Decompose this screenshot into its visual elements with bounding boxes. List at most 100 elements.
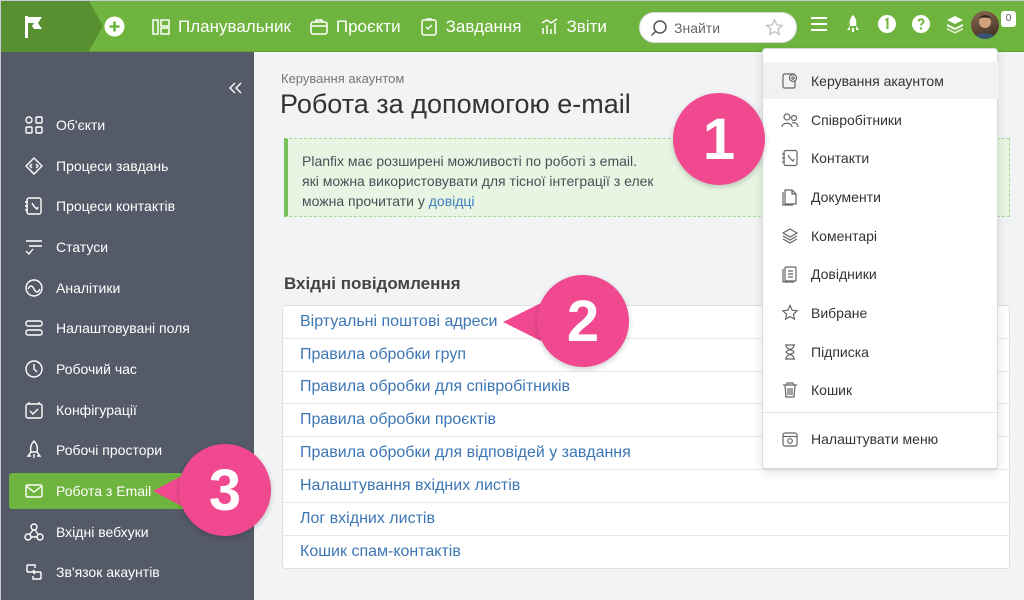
main-nav: Планувальник Проєкти Завдання Звіти <box>151 1 607 52</box>
menu-item-label: Контакти <box>811 149 870 166</box>
employees-icon <box>781 112 799 127</box>
statuses-icon <box>25 240 42 256</box>
menu-item-employees[interactable]: Співробітники <box>763 101 999 138</box>
analytics-icon <box>25 279 43 297</box>
subscription-icon <box>785 343 795 360</box>
webhooks-icon <box>24 523 44 541</box>
section-title: Вхідні повідомлення <box>284 274 461 293</box>
nav-tasks-label: Завдання <box>445 16 522 36</box>
documents-icon <box>782 188 797 206</box>
search-box[interactable] <box>639 12 797 43</box>
sidebar-item-task-processes[interactable]: Процеси завдань <box>9 148 249 184</box>
menu-item-label: Керування акаунтом <box>811 72 944 89</box>
menu-item-contacts[interactable]: Контакти <box>763 139 999 176</box>
notifications-icon[interactable] <box>877 14 897 34</box>
avatar-badge: 0 <box>1001 11 1016 27</box>
menu-item-favorites[interactable]: Вибране <box>763 294 999 331</box>
search-icon <box>650 19 667 36</box>
sidebar-item-configurations[interactable]: Конфігурації <box>9 392 249 428</box>
sidebar-item-custom-fields[interactable]: Налаштовувані поля <box>9 310 249 346</box>
nav-projects[interactable]: Проєкти <box>309 17 401 37</box>
sidebar-item-analytics[interactable]: Аналітики <box>9 270 249 306</box>
menu-item-customize-menu[interactable]: Налаштувати меню <box>763 420 999 457</box>
menu-item-label: Підписка <box>811 343 869 360</box>
favorites-icon <box>781 303 799 320</box>
configurations-icon <box>25 402 43 419</box>
sidebar-item-objects[interactable]: Об'єкти <box>9 107 249 143</box>
menu-item-account-settings[interactable]: Керування акаунтом <box>763 62 999 99</box>
objects-icon <box>25 116 43 134</box>
link-incoming-log[interactable]: Лог вхідних листів <box>283 503 1009 536</box>
avatar-photo <box>974 15 996 39</box>
menu-item-directories[interactable]: Довідники <box>763 255 999 292</box>
logo-arrow <box>89 1 103 51</box>
sidebar-item-label: Об'єкти <box>56 117 106 133</box>
nav-planner[interactable]: Планувальник <box>151 17 291 37</box>
customize-menu-icon <box>782 431 798 447</box>
hamburger-menu-icon[interactable] <box>809 14 829 34</box>
menu-item-trash[interactable]: Кошик <box>763 371 999 408</box>
menu-item-subscription[interactable]: Підписка <box>763 333 999 370</box>
menu-item-comments[interactable]: Коментарі <box>763 217 999 254</box>
search-input[interactable] <box>674 19 769 36</box>
add-icon[interactable] <box>104 16 125 37</box>
help-icon[interactable] <box>911 14 931 34</box>
menu-item-label: Співробітники <box>811 111 902 128</box>
layers-icon[interactable] <box>945 14 965 34</box>
avatar[interactable] <box>971 11 999 39</box>
sidebar-item-label: Робочий час <box>56 361 137 377</box>
menu-divider <box>763 412 999 413</box>
top-bar: Планувальник Проєкти Завдання Звіти 0 <box>1 1 1024 52</box>
sidebar-item-label: Вхідні вебхуки <box>56 524 149 540</box>
info-line-3-text: можна прочитати у <box>302 193 429 209</box>
task-process-icon <box>25 157 43 175</box>
reports-icon <box>541 17 557 34</box>
account-settings-icon <box>782 72 798 89</box>
menu-item-label: Вибране <box>811 304 868 321</box>
sidebar-item-link-accounts[interactable]: Зв'язок акаунтів <box>9 554 249 590</box>
rocket-icon[interactable] <box>843 14 863 34</box>
top-icons <box>809 14 965 34</box>
projects-icon <box>310 18 328 35</box>
nav-projects-label: Проєкти <box>335 16 401 36</box>
logo[interactable] <box>1 1 89 52</box>
email-icon <box>25 484 43 498</box>
menu-item-label: Документи <box>811 188 881 205</box>
sidebar-item-label: Налаштовувані поля <box>56 320 190 336</box>
callout-2: 2 <box>537 275 629 367</box>
link-accounts-icon <box>26 564 42 580</box>
breadcrumb[interactable]: Керування акаунтом <box>281 71 404 86</box>
collapse-sidebar-icon[interactable] <box>227 80 243 96</box>
app-window: Планувальник Проєкти Завдання Звіти 0 <box>0 0 1024 600</box>
sidebar-item-label: Процеси завдань <box>56 158 169 174</box>
page-title: Робота за допомогою e-mail <box>280 89 631 119</box>
nav-planner-label: Планувальник <box>178 16 291 36</box>
callout-1: 1 <box>673 93 765 185</box>
menu-item-label: Коментарі <box>811 227 878 244</box>
link-spam-trash[interactable]: Кошик спам-контактів <box>283 536 1009 569</box>
sidebar-item-label: Робота з Email <box>56 483 152 499</box>
help-link[interactable]: довідці <box>429 193 475 209</box>
link-incoming-settings[interactable]: Налаштування вхідних листів <box>283 470 1009 503</box>
sidebar-item-working-time[interactable]: Робочий час <box>9 351 249 387</box>
menu-item-label: Довідники <box>811 265 877 282</box>
contact-process-icon <box>25 197 42 215</box>
directories-icon <box>782 265 797 283</box>
custom-fields-icon <box>25 320 43 336</box>
menu-item-label: Налаштувати меню <box>811 430 939 447</box>
sidebar-item-label: Робочі простори <box>56 442 163 458</box>
sidebar-item-label: Процеси контактів <box>56 198 176 214</box>
nav-reports-label: Звіти <box>566 16 607 36</box>
sidebar-item-label: Статуси <box>56 239 109 255</box>
main-menu-dropdown: Керування акаунтом Співробітники Контакт… <box>762 48 999 469</box>
nav-tasks[interactable]: Завдання <box>419 17 522 37</box>
menu-item-documents[interactable]: Документи <box>763 178 999 215</box>
comments-icon <box>781 227 799 244</box>
callout-3: 3 <box>179 444 271 536</box>
sidebar-item-statuses[interactable]: Статуси <box>9 229 249 265</box>
star-icon[interactable] <box>765 18 784 37</box>
trash-icon <box>783 381 797 398</box>
sidebar-item-label: Зв'язок акаунтів <box>56 564 160 580</box>
nav-reports[interactable]: Звіти <box>540 17 607 37</box>
sidebar-item-contact-processes[interactable]: Процеси контактів <box>9 188 249 224</box>
